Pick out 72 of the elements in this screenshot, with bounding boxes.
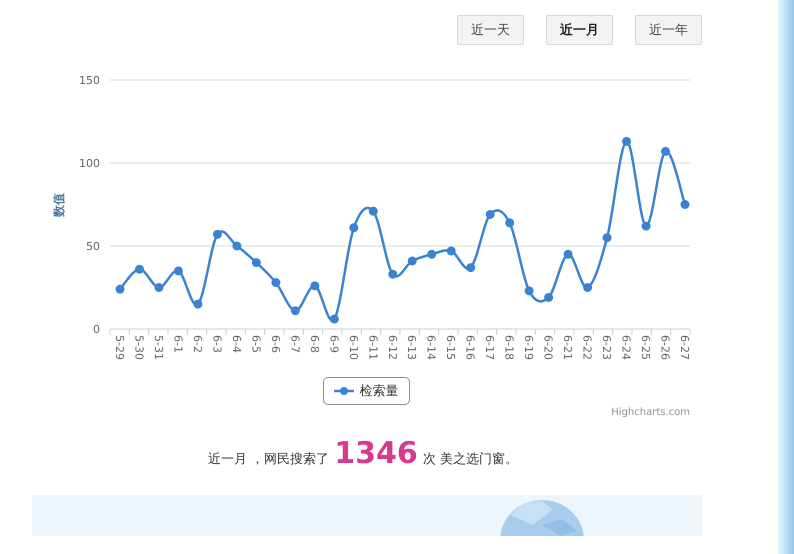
x-tick-label: 6-6 (268, 335, 282, 353)
data-point (232, 242, 242, 250)
data-point (349, 223, 358, 232)
data-point (388, 270, 398, 279)
legend-item[interactable]: 检索量 (322, 377, 410, 405)
x-tick-label: 6-7 (288, 335, 302, 353)
x-tick-label: 6-26 (658, 335, 672, 360)
range-button[interactable]: 近一天 (457, 15, 524, 45)
x-tick-label: 6-2 (190, 335, 204, 353)
summary-text: 近一月 ，网民搜索了 1346 次 美之选门窗。 (207, 436, 519, 471)
x-tick-label: 6-3 (210, 335, 224, 353)
x-tick-label: 6-27 (678, 335, 691, 360)
data-point (154, 283, 164, 292)
x-tick-label: 5-29 (113, 335, 126, 360)
data-point (330, 314, 339, 324)
x-tick-label: 6-14 (424, 335, 438, 360)
data-point (134, 264, 144, 274)
data-point (544, 292, 554, 302)
data-point (446, 246, 456, 256)
range-button[interactable]: 近一月 (546, 15, 613, 45)
x-tick-label: 6-18 (502, 335, 516, 360)
data-point (583, 283, 592, 292)
x-tick-label: 6-5 (249, 335, 262, 353)
x-tick-label: 6-16 (464, 335, 477, 360)
x-tick-label: 6-21 (561, 335, 574, 360)
x-tick-label: 6-19 (522, 335, 536, 360)
data-point (174, 266, 183, 276)
x-tick-label: 6-20 (542, 335, 555, 360)
x-tick-label: 6-10 (346, 335, 360, 360)
data-point (602, 233, 612, 242)
x-tick-label: 6-17 (483, 335, 496, 360)
data-point (524, 286, 534, 296)
data-point (486, 210, 495, 219)
legend-label: 检索量 (360, 383, 398, 400)
x-tick-label: 5-31 (152, 335, 165, 360)
y-tick-label: 50 (86, 240, 100, 253)
x-tick-label: 6-9 (327, 335, 340, 353)
data-point (466, 263, 476, 272)
data-point (661, 146, 670, 156)
data-point (408, 256, 417, 266)
x-tick-label: 6-8 (308, 335, 321, 353)
data-point (252, 258, 261, 268)
data-point (427, 250, 436, 259)
data-point (680, 200, 690, 209)
data-point (368, 206, 378, 216)
range-button[interactable]: 近一年 (635, 15, 702, 45)
x-tick-label: 6-11 (366, 335, 380, 360)
y-tick-label: 0 (93, 323, 100, 336)
data-point (310, 281, 320, 290)
data-point (116, 284, 124, 294)
data-point (193, 300, 202, 309)
data-point (290, 306, 300, 316)
data-point (642, 222, 651, 231)
data-point (271, 278, 280, 288)
line-marker-icon (334, 386, 354, 396)
data-point (564, 250, 573, 259)
x-tick-label: 6-13 (405, 335, 418, 360)
x-tick-label: 6-15 (444, 335, 458, 360)
x-tick-label: 6-12 (386, 335, 399, 360)
y-tick-label: 100 (79, 157, 100, 170)
x-tick-label: 6-22 (580, 335, 594, 360)
data-point (622, 136, 632, 146)
y-axis-title: 数值 (52, 193, 66, 217)
data-point (505, 218, 514, 228)
x-tick-label: 5-30 (132, 335, 146, 360)
x-tick-label: 6-1 (171, 335, 184, 353)
y-tick-label: 150 (79, 74, 100, 87)
x-tick-label: 6-24 (620, 335, 633, 360)
x-tick-label: 6-4 (230, 335, 243, 353)
x-tick-label: 6-23 (600, 335, 614, 360)
data-point (212, 230, 222, 239)
x-tick-label: 6-25 (639, 335, 652, 360)
